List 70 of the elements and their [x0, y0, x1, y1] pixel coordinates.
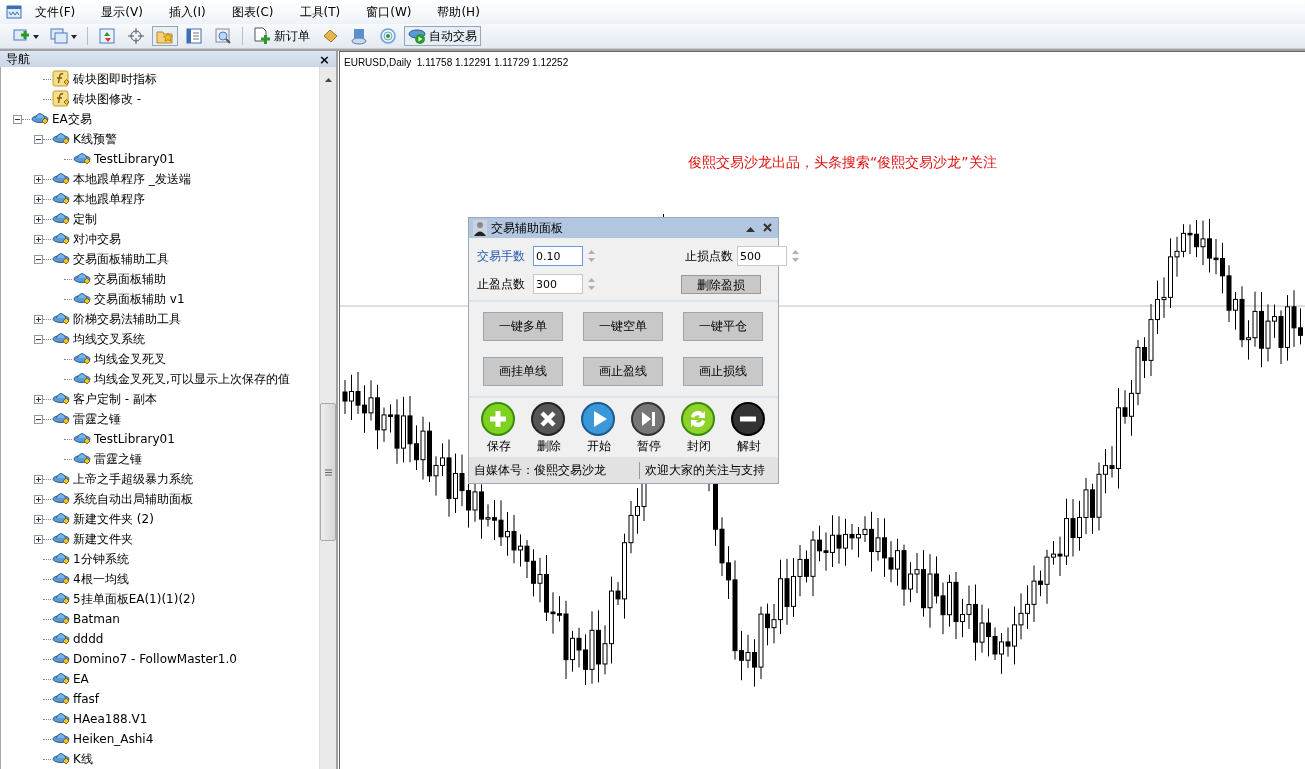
new-order-button[interactable]: 新订单	[249, 26, 314, 46]
round-action-button[interactable]: 删除	[529, 402, 569, 455]
round-action-button[interactable]: 保存	[479, 402, 519, 455]
tree-item-label: HAea188.V1	[73, 712, 148, 726]
tree-item-label: 系统自动出局辅助面板	[73, 490, 193, 508]
number-input[interactable]: 300	[533, 274, 583, 294]
round-action-button[interactable]: 解封	[729, 402, 769, 455]
tree-item-label: 本地跟单程序 _发送端	[73, 170, 191, 188]
action-button[interactable]: 画止损线	[683, 357, 763, 386]
menu-item[interactable]: 插入(I)	[155, 3, 219, 21]
tree-item-label: TestLibrary01	[94, 432, 175, 446]
tree-item-label: dddd	[73, 632, 104, 646]
tree-item-label: 雷霆之锤	[73, 410, 121, 428]
tree-item-label: 阶梯交易法辅助工具	[73, 310, 181, 328]
tree-item-label: K线预警	[73, 130, 117, 148]
menu-item[interactable]: 窗口(W)	[353, 3, 425, 21]
close-button[interactable]: ×	[319, 52, 330, 66]
tree-item-label: 本地跟单程序	[73, 190, 145, 208]
tree-item-label: 交易面板辅助 v1	[94, 290, 185, 308]
round-action-button[interactable]: 开始	[579, 402, 619, 455]
tree-item-label: 均线金叉死叉,可以显示上次保存的值	[94, 370, 290, 388]
tree-item-label: 4根一均线	[73, 570, 129, 588]
panel-title: 交易辅助面板	[491, 219, 564, 237]
menu-item[interactable]: 帮助(H)	[424, 3, 493, 21]
tree-item-label: 砖块图修改 -	[73, 90, 142, 108]
tree-item-label: 新建文件夹	[73, 530, 133, 548]
tree-item-label: EA	[73, 672, 89, 686]
menu-item[interactable]: 显示(V)	[88, 3, 156, 21]
tree-item-label: 上帝之手超级暴力系统	[73, 470, 193, 488]
navigator-title: 导航	[6, 50, 30, 68]
tree-item-label: 1分钟系统	[73, 550, 129, 568]
tree-item-label: 雷霆之锤	[94, 450, 142, 468]
footer-text: 欢迎大家的关注与支持	[644, 461, 766, 479]
action-button[interactable]: 一键平仓	[683, 312, 763, 341]
menu-item[interactable]: 工具(T)	[286, 3, 354, 21]
tree-item-label: 5挂单面板EA(1)(1)(2)	[73, 590, 196, 608]
round-action-button[interactable]: 封闭	[679, 402, 719, 455]
tree-item-label: Heiken_Ashi4	[73, 732, 154, 746]
menu-item[interactable]: 图表(C)	[218, 3, 287, 21]
action-button[interactable]: 一键多单	[483, 312, 563, 341]
tree-item-label: Domino7 - FollowMaster1.0	[73, 652, 237, 666]
tree-item-label: K线	[73, 750, 93, 768]
chart-annotation-text: 俊熙交易沙龙出品，头条搜索“俊熙交易沙龙”关注	[688, 154, 997, 172]
action-button[interactable]: 一键空单	[583, 312, 663, 341]
menu-item[interactable]: 文件(F)	[22, 3, 89, 21]
round-action-button[interactable]: 暂停	[629, 402, 669, 455]
number-input[interactable]: 0.10	[533, 246, 583, 266]
field-label: 止盈点数	[477, 275, 526, 293]
field-label: 止损点数	[685, 247, 734, 265]
tree-item-label: 定制	[73, 210, 97, 228]
tree-item-label: TestLibrary01	[94, 152, 175, 166]
number-input[interactable]: 500	[737, 246, 787, 266]
delete-sl-tp-button[interactable]: 删除盈损	[681, 274, 761, 294]
tree-item-label: 对冲交易	[73, 230, 121, 248]
action-button[interactable]: 画止盈线	[583, 357, 663, 386]
action-button[interactable]: 画挂单线	[483, 357, 563, 386]
field-label: 交易手数	[477, 247, 526, 265]
tree-item-label: 均线金叉死叉	[94, 350, 166, 368]
tree-item-label: 客户定制 - 副本	[73, 390, 157, 408]
tree-item-label: EA交易	[52, 110, 92, 128]
tree-item-label: 砖块图即时指标	[73, 70, 157, 88]
tree-item-label: ffasf	[73, 692, 100, 706]
auto-trading-button[interactable]: 自动交易	[404, 26, 481, 46]
tree-item-label: 新建文件夹 (2)	[73, 510, 154, 528]
tree-item-label: 交易面板辅助工具	[73, 250, 169, 268]
tree-item-label: 均线交叉系统	[73, 330, 145, 348]
tree-item-label: Batman	[73, 612, 120, 626]
chart-symbol-header: EURUSD,Daily 1.11758 1.12291 1.11729 1.12252	[344, 57, 569, 68]
tree-item-label: 交易面板辅助	[94, 270, 166, 288]
footer-text: 自媒体号：俊熙交易沙龙	[469, 461, 640, 479]
